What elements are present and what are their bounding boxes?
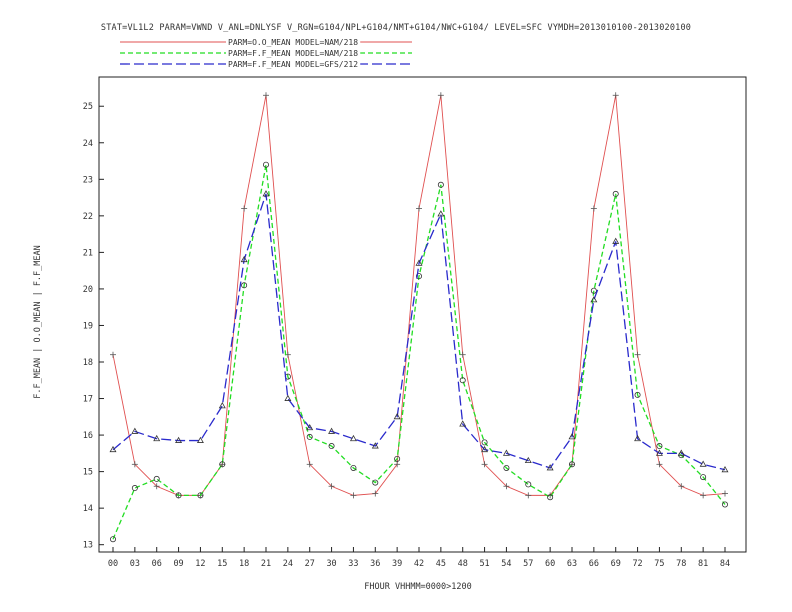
- x-axis: 00 03 06 09 12 15 18 21 24 27 30 33 36 39 42 45 48 51 54 57…: [108, 547, 730, 569]
- y-axis-title: F.F_MEAN | O.O_MEAN | F.F_MEAN: [33, 245, 43, 399]
- x-tick-label: 45: [436, 559, 446, 569]
- data-point: [722, 490, 728, 497]
- data-point: [284, 394, 292, 401]
- x-tick-label: 24: [283, 559, 293, 569]
- data-point: [590, 205, 597, 212]
- x-tick-label: 36: [370, 559, 380, 569]
- y-tick-label: 17: [83, 395, 93, 405]
- data-point: [634, 351, 641, 358]
- y-tick-label: 14: [83, 504, 93, 514]
- x-tick-label: 81: [698, 559, 708, 569]
- x-tick-label: 00: [108, 559, 118, 569]
- data-point: [218, 402, 226, 409]
- x-tick-label: 18: [239, 559, 249, 569]
- data-point: [525, 481, 532, 488]
- x-tick-label: 15: [217, 559, 227, 569]
- x-tick-label: 27: [305, 559, 315, 569]
- data-point: [459, 351, 466, 358]
- plot-area: [98, 76, 747, 553]
- x-axis-title: FHOUR VHHMM=0000>1200: [364, 582, 471, 592]
- chart-title: STAT=VL1L2 PARAM=VWND V_ANL=DNLYSF V_RGN…: [101, 23, 691, 33]
- y-tick-label: 21: [83, 248, 93, 258]
- x-tick-label: 39: [392, 559, 402, 569]
- data-point: [241, 205, 248, 212]
- x-tick-label: 03: [130, 559, 140, 569]
- y-tick-label: 18: [83, 358, 93, 368]
- y-axis: 13 14 15 16 17 18 19 20 21 22 23 24 25: [83, 102, 104, 551]
- y-tick-label: 15: [83, 468, 93, 478]
- data-point: [350, 492, 357, 499]
- data-point: [700, 492, 707, 499]
- x-tick-label: 54: [501, 559, 511, 569]
- x-tick-label: 48: [458, 559, 468, 569]
- series-line: [112, 95, 726, 496]
- data-point: [590, 296, 598, 303]
- data-point: [153, 475, 160, 482]
- chart-legend: PARM=O.O_MEAN MODEL=NAM/218 PARM=F.F_MEAN…: [120, 38, 412, 69]
- x-tick-label: 78: [676, 559, 686, 569]
- x-tick-label: 09: [173, 559, 183, 569]
- series-layer: [109, 92, 729, 543]
- data-point: [525, 492, 532, 499]
- x-tick-label: 42: [414, 559, 424, 569]
- y-tick-label: 25: [83, 102, 93, 112]
- legend-label: PARM=F.F_MEAN MODEL=GFS/212: [228, 60, 358, 69]
- x-tick-label: 33: [348, 559, 358, 569]
- data-point: [437, 92, 444, 99]
- data-point: [416, 205, 422, 212]
- x-tick-label: 63: [567, 559, 577, 569]
- x-tick-label: 51: [479, 559, 489, 569]
- y-tick-label: 20: [83, 285, 93, 295]
- y-tick-label: 13: [83, 541, 93, 551]
- x-tick-label: 69: [611, 559, 621, 569]
- data-point: [110, 351, 116, 358]
- x-tick-label: 60: [545, 559, 555, 569]
- y-tick-label: 23: [83, 175, 93, 185]
- x-tick-label: 84: [720, 559, 730, 569]
- y-tick-label: 19: [83, 321, 93, 331]
- data-point: [612, 92, 619, 99]
- data-point: [131, 485, 138, 492]
- x-tick-label: 66: [589, 559, 599, 569]
- line-chart: STAT=VL1L2 PARAM=VWND V_ANL=DNLYSF V_RGN…: [33, 23, 747, 592]
- x-tick-label: 75: [654, 559, 664, 569]
- x-tick-label: 06: [152, 559, 162, 569]
- y-tick-label: 16: [83, 431, 93, 441]
- x-tick-label: 30: [326, 559, 336, 569]
- legend-label: PARM=F.F_MEAN MODEL=NAM/218: [228, 49, 358, 58]
- series-2: [110, 161, 729, 543]
- data-point: [263, 92, 269, 99]
- legend-label: PARM=O.O_MEAN MODEL=NAM/218: [228, 38, 358, 47]
- y-tick-label: 24: [83, 139, 93, 149]
- x-tick-label: 21: [261, 559, 271, 569]
- x-tick-label: 72: [632, 559, 642, 569]
- x-tick-label: 12: [195, 559, 205, 569]
- y-tick-label: 22: [83, 212, 93, 222]
- series-line: [112, 193, 726, 471]
- x-tick-label: 57: [523, 559, 533, 569]
- series-line: [112, 164, 726, 540]
